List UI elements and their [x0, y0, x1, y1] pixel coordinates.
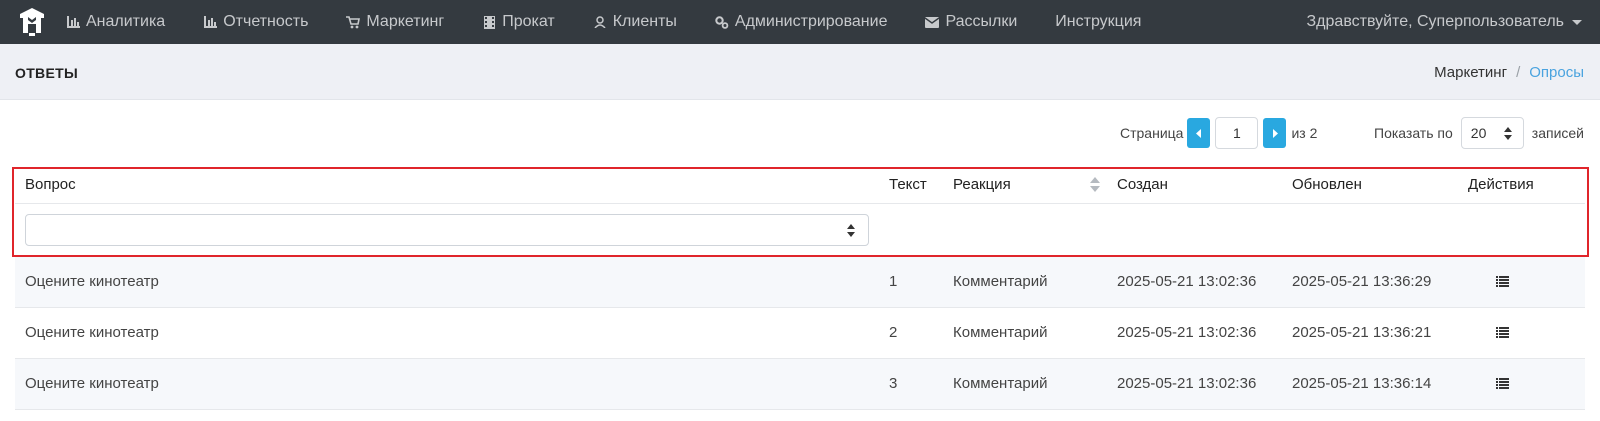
- cell-text: 3: [889, 375, 898, 392]
- page-title: ОТВЕТЫ: [15, 65, 78, 81]
- table-row: Оцените кинотеатр 3 Комментарий 2025-05-…: [15, 359, 1585, 410]
- pagination: Страница 1 из 2: [1120, 117, 1317, 149]
- envelope-icon: [925, 15, 940, 29]
- nav-item-label: Прокат: [502, 13, 555, 30]
- gears-icon: [715, 15, 729, 29]
- list-icon[interactable]: [1496, 325, 1509, 342]
- nav-item-clients[interactable]: Клиенты: [574, 0, 696, 44]
- nav-item-label: Инструкция: [1055, 13, 1142, 30]
- page-size-value: 20: [1470, 125, 1487, 141]
- cell-updated: 2025-05-21 13:36:29: [1292, 273, 1432, 290]
- nav-item-label: Клиенты: [612, 13, 677, 30]
- nav-item-reports[interactable]: Отчетность: [184, 0, 327, 44]
- bar-chart-icon: [203, 15, 217, 29]
- user-greeting: Здравствуйте, Суперпользователь: [1306, 13, 1564, 30]
- cell-created: 2025-05-21 13:02:36: [1117, 375, 1257, 392]
- nav-item-marketing[interactable]: Маркетинг: [327, 0, 463, 44]
- column-header-question: Вопрос: [25, 176, 76, 193]
- breadcrumb-separator: /: [1516, 64, 1521, 81]
- records-label: записей: [1531, 125, 1584, 141]
- user-icon: [593, 15, 607, 29]
- top-navbar: Аналитика Отчетность Маркетинг Прокат Кл…: [0, 0, 1600, 44]
- cell-reaction: Комментарий: [953, 324, 1048, 341]
- question-filter-select[interactable]: [25, 214, 869, 246]
- user-menu-dropdown[interactable]: Здравствуйте, Суперпользователь: [1307, 0, 1582, 44]
- nav-item-label: Аналитика: [86, 13, 166, 30]
- show-label: Показать по: [1374, 125, 1453, 141]
- cell-question: Оцените кинотеатр: [25, 375, 159, 392]
- page-header: ОТВЕТЫ Маркетинг / Опросы: [0, 44, 1600, 100]
- total-pages-label: из 2: [1291, 125, 1318, 141]
- column-header-created: Создан: [1117, 176, 1168, 193]
- column-header-updated: Обновлен: [1292, 176, 1362, 193]
- nav-item-label: Отчетность: [223, 13, 309, 30]
- cell-created: 2025-05-21 13:02:36: [1117, 273, 1257, 290]
- column-header-reaction[interactable]: Реакция: [953, 176, 1011, 193]
- sort-arrows-icon: [1503, 127, 1512, 143]
- app-logo[interactable]: [18, 7, 46, 37]
- next-page-button[interactable]: [1263, 118, 1287, 148]
- cell-reaction: Комментарий: [953, 375, 1048, 392]
- column-header-text: Текст: [889, 176, 927, 193]
- film-icon: [482, 15, 496, 29]
- cell-updated: 2025-05-21 13:36:14: [1292, 375, 1432, 392]
- caret-down-icon: [1572, 19, 1582, 25]
- breadcrumb-parent: Маркетинг: [1434, 64, 1508, 81]
- prev-page-button[interactable]: [1187, 118, 1211, 148]
- column-header-actions: Действия: [1468, 176, 1534, 193]
- cell-updated: 2025-05-21 13:36:21: [1292, 324, 1432, 341]
- cell-question: Оцените кинотеатр: [25, 324, 159, 341]
- page-number-input[interactable]: 1: [1215, 117, 1259, 149]
- cell-question: Оцените кинотеатр: [25, 273, 159, 290]
- page-size-select[interactable]: 20: [1460, 117, 1524, 149]
- page-label: Страница: [1120, 125, 1184, 141]
- cell-text: 1: [889, 273, 898, 290]
- bar-chart-icon: [66, 15, 80, 29]
- nav-item-label: Маркетинг: [366, 13, 445, 30]
- nav-item-rental[interactable]: Прокат: [463, 0, 574, 44]
- sort-arrows-icon: [847, 224, 855, 242]
- list-icon[interactable]: [1496, 274, 1509, 291]
- cell-created: 2025-05-21 13:02:36: [1117, 324, 1257, 341]
- nav-item-mailings[interactable]: Рассылки: [906, 0, 1036, 44]
- breadcrumb: Маркетинг / Опросы: [1434, 64, 1584, 81]
- cell-text: 2: [889, 324, 898, 341]
- header-divider: [15, 203, 1585, 204]
- page-size-control: Показать по 20 записей: [1374, 117, 1584, 149]
- table-row: Оцените кинотеатр 1 Комментарий 2025-05-…: [15, 257, 1585, 308]
- sort-icon[interactable]: [1090, 177, 1100, 198]
- caret-right-icon: [1272, 125, 1278, 141]
- cart-icon: [346, 15, 361, 29]
- nav-item-administration[interactable]: Администрирование: [696, 0, 907, 44]
- nav-item-instructions[interactable]: Инструкция: [1036, 0, 1160, 44]
- breadcrumb-current-link[interactable]: Опросы: [1529, 64, 1584, 81]
- nav-item-label: Администрирование: [734, 13, 888, 30]
- list-icon[interactable]: [1496, 376, 1509, 393]
- table-row: Оцените кинотеатр 2 Комментарий 2025-05-…: [15, 308, 1585, 359]
- caret-left-icon: [1195, 125, 1202, 141]
- nav-item-label: Рассылки: [945, 13, 1018, 30]
- cell-reaction: Комментарий: [953, 273, 1048, 290]
- nav-item-analytics[interactable]: Аналитика: [64, 0, 184, 44]
